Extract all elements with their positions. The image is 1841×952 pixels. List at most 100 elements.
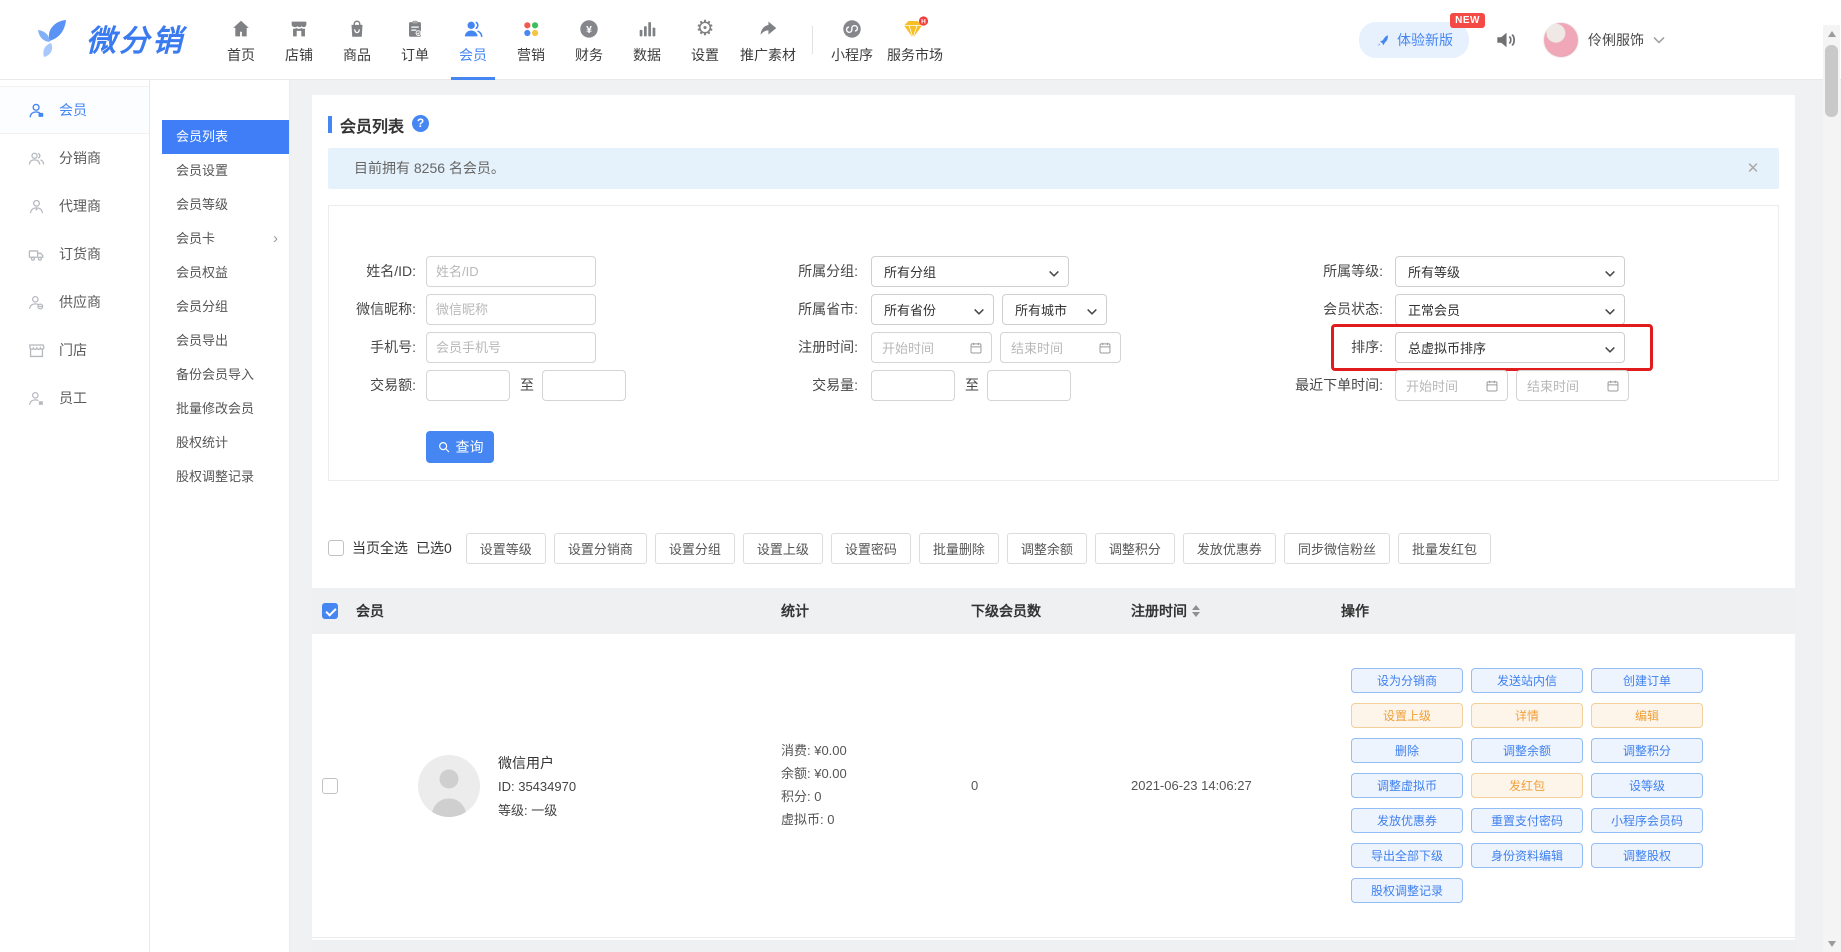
level-select[interactable]: 所有等级 <box>1395 256 1625 287</box>
close-icon[interactable] <box>1741 148 1765 189</box>
svg-text:¥: ¥ <box>586 23 592 35</box>
help-icon[interactable] <box>412 115 429 132</box>
action-adjust-equity-button[interactable]: 调整股权 <box>1591 843 1703 868</box>
nickname-input[interactable] <box>426 294 596 325</box>
nav-item-shop[interactable]: 店铺 <box>270 0 328 80</box>
member-count-banner: 目前拥有 8256 名会员。 <box>328 148 1779 189</box>
sidebar-item-staff[interactable]: 员工 <box>0 374 149 422</box>
nav-item-members[interactable]: 会员 <box>444 0 502 80</box>
header-checkbox[interactable] <box>322 603 338 619</box>
regtime-end-input[interactable]: 结束时间 <box>1000 332 1121 363</box>
amount-max-input[interactable] <box>542 370 626 401</box>
col-regtime-sortable[interactable]: 注册时间 <box>1131 601 1341 621</box>
action-adjust-points-button[interactable]: 调整积分 <box>1591 738 1703 763</box>
nav-item-goods[interactable]: 商品 <box>328 0 386 80</box>
action-set-parent-button[interactable]: 设置上级 <box>1351 703 1463 728</box>
batch-delete-button[interactable]: 批量删除 <box>919 533 999 564</box>
nav-item-miniprogram[interactable]: 小程序 <box>823 0 881 80</box>
submenu-item-member-groups[interactable]: 会员分组 <box>150 290 289 324</box>
sidebar-item-order-dealers[interactable]: 订货商 <box>0 230 149 278</box>
status-select[interactable]: 正常会员 <box>1395 294 1625 325</box>
amount-to-label: 至 <box>520 370 534 401</box>
batch-set-password-button[interactable]: 设置密码 <box>831 533 911 564</box>
scrollbar-thumb[interactable] <box>1825 45 1838 117</box>
submenu-item-backup-import[interactable]: 备份会员导入 <box>150 358 289 392</box>
sort-select[interactable]: 总虚拟币排序 <box>1395 332 1625 363</box>
nav-item-market[interactable]: H 服务市场 <box>881 0 949 80</box>
group-select[interactable]: 所有分组 <box>871 256 1069 287</box>
vertical-scrollbar[interactable] <box>1823 25 1840 952</box>
scroll-up-arrow[interactable] <box>1823 25 1840 42</box>
submenu-item-equity-log[interactable]: 股权调整记录 <box>150 460 289 494</box>
batch-set-level-button[interactable]: 设置等级 <box>466 533 546 564</box>
province-select[interactable]: 所有省份 <box>871 294 994 325</box>
batch-send-coupon-button[interactable]: 发放优惠券 <box>1183 533 1276 564</box>
storefront-icon <box>288 16 310 40</box>
phone-input[interactable] <box>426 332 596 363</box>
col-actions: 操作 <box>1341 601 1785 621</box>
action-edit-identity-button[interactable]: 身份资料编辑 <box>1471 843 1583 868</box>
sidebar-item-members[interactable]: 会员 <box>0 86 149 134</box>
batch-set-group-button[interactable]: 设置分组 <box>655 533 735 564</box>
regtime-start-input[interactable]: 开始时间 <box>871 332 992 363</box>
batch-adjust-balance-button[interactable]: 调整余额 <box>1007 533 1087 564</box>
scroll-down-arrow[interactable] <box>1823 935 1840 952</box>
batch-set-distributor-button[interactable]: 设置分销商 <box>554 533 647 564</box>
submenu-item-batch-modify[interactable]: 批量修改会员 <box>150 392 289 426</box>
submenu-item-member-export[interactable]: 会员导出 <box>150 324 289 358</box>
last-order-start-input[interactable]: 开始时间 <box>1395 370 1508 401</box>
action-adjust-balance-button[interactable]: 调整余额 <box>1471 738 1583 763</box>
volume-max-input[interactable] <box>987 370 1071 401</box>
brand-logo[interactable]: 微分销 <box>36 16 185 60</box>
nav-item-home[interactable]: 首页 <box>212 0 270 80</box>
account-menu[interactable]: 伶俐服饰 <box>1543 22 1665 58</box>
action-detail-button[interactable]: 详情 <box>1471 703 1583 728</box>
action-create-order-button[interactable]: 创建订单 <box>1591 668 1703 693</box>
submenu-item-equity-stats[interactable]: 股权统计 <box>150 426 289 460</box>
nav-item-settings[interactable]: ⚙ 设置 <box>676 0 734 80</box>
action-send-coupon-button[interactable]: 发放优惠券 <box>1351 808 1463 833</box>
action-delete-button[interactable]: 删除 <box>1351 738 1463 763</box>
action-miniprogram-member-code-button[interactable]: 小程序会员码 <box>1591 808 1703 833</box>
action-adjust-virtual-coin-button[interactable]: 调整虚拟币 <box>1351 773 1463 798</box>
select-all-checkbox[interactable] <box>328 540 344 556</box>
submenu-item-member-list[interactable]: 会员列表 <box>162 120 289 154</box>
amount-min-input[interactable] <box>426 370 510 401</box>
account-name: 伶俐服饰 <box>1588 30 1644 50</box>
nav-item-finance[interactable]: ¥ 财务 <box>560 0 618 80</box>
submenu-item-member-card[interactable]: 会员卡 › <box>150 222 289 256</box>
batch-sync-wechat-fans-button[interactable]: 同步微信粉丝 <box>1284 533 1390 564</box>
action-send-message-button[interactable]: 发送站内信 <box>1471 668 1583 693</box>
submenu-item-member-levels[interactable]: 会员等级 <box>150 188 289 222</box>
volume-min-input[interactable] <box>871 370 955 401</box>
speaker-icon[interactable] <box>1493 27 1519 53</box>
action-reset-pay-password-button[interactable]: 重置支付密码 <box>1471 808 1583 833</box>
action-set-level-button[interactable]: 设等级 <box>1591 773 1703 798</box>
action-set-distributor-button[interactable]: 设为分销商 <box>1351 668 1463 693</box>
row-checkbox[interactable] <box>322 778 338 794</box>
volume-label: 交易量: <box>709 370 858 401</box>
last-order-end-input[interactable]: 结束时间 <box>1516 370 1629 401</box>
chevron-down-icon <box>1605 343 1615 353</box>
name-id-input[interactable] <box>426 256 596 287</box>
city-select[interactable]: 所有城市 <box>1002 294 1107 325</box>
action-red-packet-button[interactable]: 发红包 <box>1471 773 1583 798</box>
action-export-subordinates-button[interactable]: 导出全部下级 <box>1351 843 1463 868</box>
nav-item-orders[interactable]: 订单 <box>386 0 444 80</box>
submenu-item-member-settings[interactable]: 会员设置 <box>150 154 289 188</box>
nav-item-marketing[interactable]: 营销 <box>502 0 560 80</box>
action-equity-log-button[interactable]: 股权调整记录 <box>1351 878 1463 903</box>
nav-item-promo[interactable]: 推广素材 <box>734 0 802 80</box>
try-new-version-button[interactable]: 体验新版 NEW <box>1359 22 1469 58</box>
submenu-item-member-benefits[interactable]: 会员权益 <box>150 256 289 290</box>
sidebar-item-suppliers[interactable]: 供应商 <box>0 278 149 326</box>
batch-adjust-points-button[interactable]: 调整积分 <box>1095 533 1175 564</box>
sidebar-item-agents[interactable]: 代理商 <box>0 182 149 230</box>
sidebar-item-stores[interactable]: 门店 <box>0 326 149 374</box>
search-button[interactable]: 查询 <box>426 431 494 463</box>
batch-send-red-packet-button[interactable]: 批量发红包 <box>1398 533 1491 564</box>
action-edit-button[interactable]: 编辑 <box>1591 703 1703 728</box>
sidebar-item-distributors[interactable]: 分销商 <box>0 134 149 182</box>
nav-item-data[interactable]: 数据 <box>618 0 676 80</box>
batch-set-parent-button[interactable]: 设置上级 <box>743 533 823 564</box>
